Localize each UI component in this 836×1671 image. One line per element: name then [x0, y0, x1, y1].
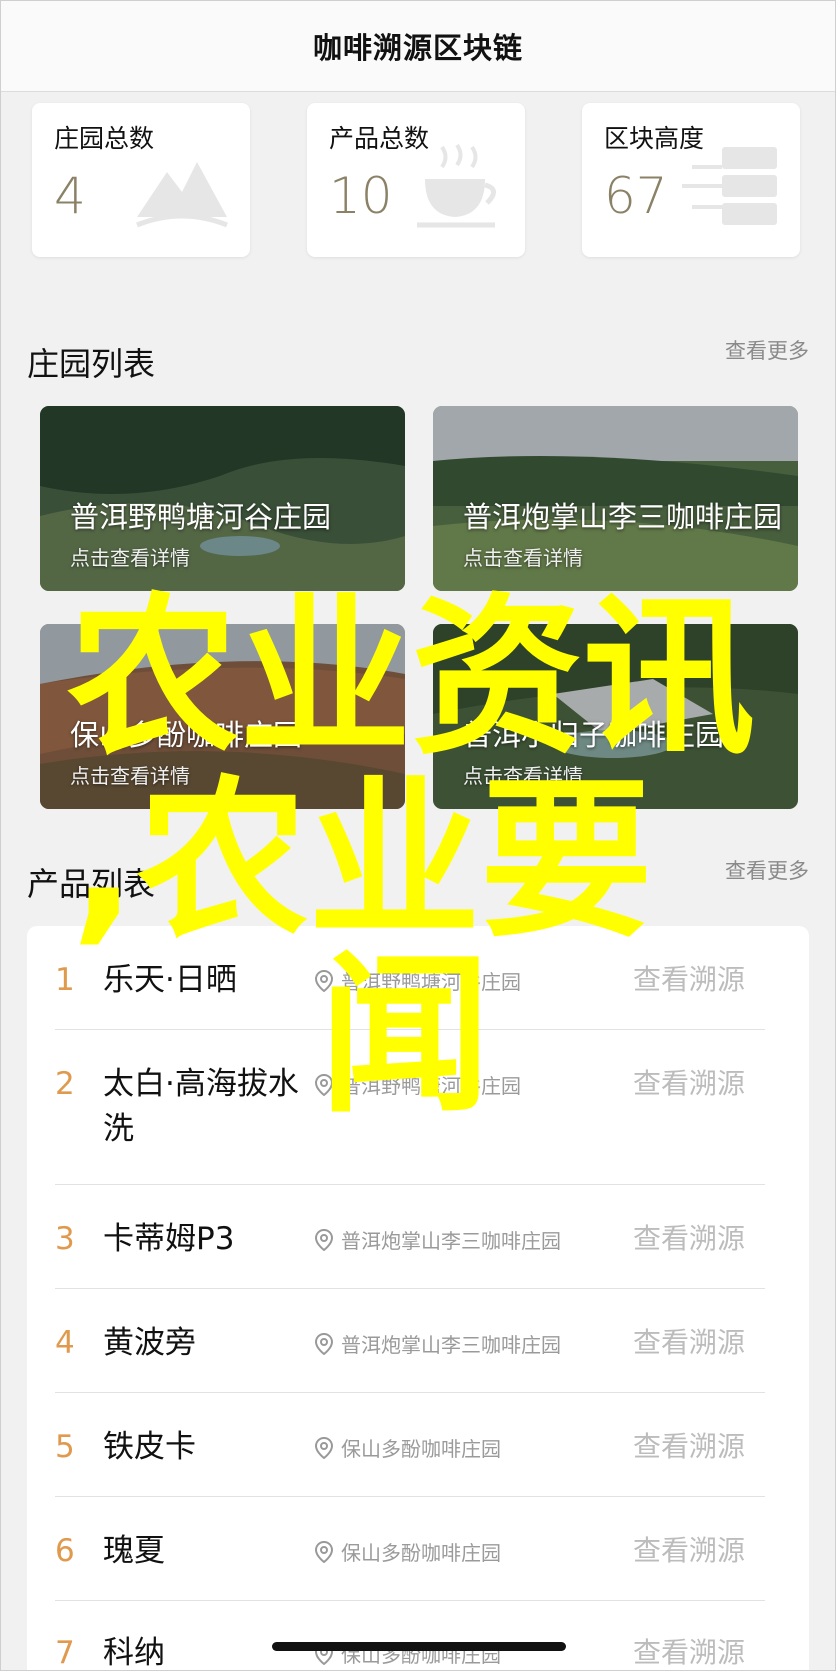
- farm-hint: 点击查看详情: [70, 546, 190, 570]
- row-index: 4: [55, 1325, 75, 1361]
- product-farm-name: 普洱炮掌山李三咖啡庄园: [341, 1333, 561, 1357]
- product-row[interactable]: 7 科纳 保山多酚咖啡庄园 查看溯源: [55, 1601, 765, 1671]
- trace-button[interactable]: 查看溯源: [633, 1425, 745, 1465]
- location-pin-icon: [315, 1436, 333, 1459]
- nav-bar: 咖啡溯源区块链: [1, 1, 835, 92]
- stat-value: 4: [54, 167, 86, 225]
- row-index: 7: [55, 1635, 75, 1671]
- row-index: 2: [55, 1066, 75, 1102]
- product-name: 瑰夏: [103, 1533, 165, 1569]
- trace-button[interactable]: 查看溯源: [633, 958, 745, 998]
- stat-card-products: 产品总数 10: [307, 103, 525, 257]
- location-pin-icon: [315, 1228, 333, 1251]
- trace-button[interactable]: 查看溯源: [633, 1321, 745, 1361]
- location-pin-icon: [315, 1332, 333, 1355]
- product-name: 黄波旁: [103, 1325, 196, 1361]
- trace-button[interactable]: 查看溯源: [633, 1217, 745, 1257]
- product-name: 乐天·日晒: [103, 962, 237, 998]
- row-index: 6: [55, 1533, 75, 1569]
- trace-button[interactable]: 查看溯源: [633, 1631, 745, 1670]
- trace-button[interactable]: 查看溯源: [633, 1529, 745, 1569]
- product-farm-name: 保山多酚咖啡庄园: [341, 1541, 501, 1565]
- location-pin-icon: [315, 1540, 333, 1563]
- stat-card-farms: 庄园总数 4: [32, 103, 250, 257]
- stat-card-blocks: 区块高度 67: [582, 103, 800, 257]
- stat-label: 庄园总数: [54, 124, 155, 153]
- page-title: 咖啡溯源区块链: [312, 31, 523, 65]
- row-index: 1: [55, 962, 75, 998]
- overlay-text-line3: 闻: [319, 935, 491, 1136]
- farm-section-title: 庄园列表: [27, 345, 156, 383]
- row-index: 5: [55, 1429, 75, 1465]
- trace-button[interactable]: 查看溯源: [633, 1062, 745, 1102]
- product-farm-name: 保山多酚咖啡庄园: [341, 1437, 501, 1461]
- overlay-text-line2: ,农业要: [71, 760, 653, 961]
- farm-more-link[interactable]: 查看更多: [725, 335, 809, 365]
- farm-name: 普洱炮掌山李三咖啡庄园: [463, 500, 783, 534]
- farm-hint: 点击查看详情: [463, 546, 583, 570]
- product-farm: 保山多酚咖啡庄园: [315, 1433, 501, 1462]
- stat-label: 区块高度: [604, 124, 705, 153]
- product-row[interactable]: 6 瑰夏 保山多酚咖啡庄园 查看溯源: [55, 1497, 765, 1601]
- product-name: 科纳: [103, 1635, 165, 1671]
- app-frame: 咖啡溯源区块链 庄园总数 4 产品总数 10 区块高度 67 庄园列表 查看更多: [0, 0, 836, 1671]
- product-row[interactable]: 3 卡蒂姆P3 普洱炮掌山李三咖啡庄园 查看溯源: [55, 1185, 765, 1289]
- product-farm: 普洱炮掌山李三咖啡庄园: [315, 1329, 561, 1358]
- product-row[interactable]: 5 铁皮卡 保山多酚咖啡庄园 查看溯源: [55, 1393, 765, 1497]
- row-index: 3: [55, 1221, 75, 1257]
- farm-card[interactable]: 普洱野鸭塘河谷庄园 点击查看详情: [40, 406, 405, 591]
- stat-value: 10: [329, 167, 393, 225]
- product-name: 卡蒂姆P3: [103, 1221, 235, 1257]
- home-indicator[interactable]: [272, 1642, 566, 1651]
- product-row[interactable]: 4 黄波旁 普洱炮掌山李三咖啡庄园 查看溯源: [55, 1289, 765, 1393]
- product-more-link[interactable]: 查看更多: [725, 855, 809, 885]
- farm-name: 普洱野鸭塘河谷庄园: [70, 500, 332, 534]
- stat-value: 67: [604, 167, 668, 225]
- product-name: 铁皮卡: [103, 1429, 196, 1465]
- product-farm: 保山多酚咖啡庄园: [315, 1537, 501, 1566]
- product-name: 太白·高海拔水洗: [103, 1066, 299, 1147]
- product-farm-name: 普洱炮掌山李三咖啡庄园: [341, 1229, 561, 1253]
- farm-card[interactable]: 普洱炮掌山李三咖啡庄园 点击查看详情: [433, 406, 798, 591]
- stat-label: 产品总数: [329, 124, 430, 153]
- product-farm: 普洱炮掌山李三咖啡庄园: [315, 1225, 561, 1254]
- overlay-text-line1: 农业资讯: [67, 577, 755, 778]
